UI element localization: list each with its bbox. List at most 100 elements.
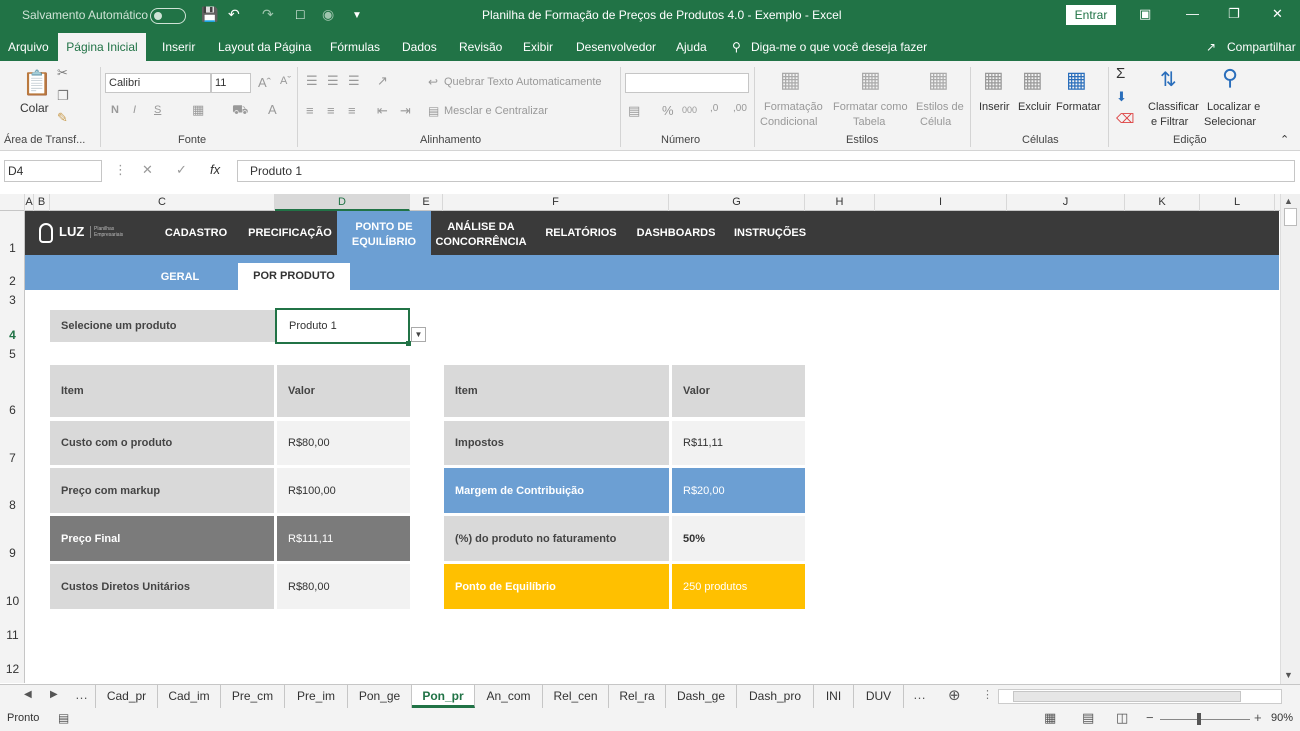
- sheet-tab-rel-cen[interactable]: Rel_cen: [543, 685, 609, 708]
- percent-icon[interactable]: %: [662, 103, 674, 118]
- row-header-9[interactable]: 9: [0, 546, 25, 560]
- increase-decimal-icon[interactable]: ,0: [710, 103, 718, 114]
- tell-me-input[interactable]: Diga-me o que você deseja fazer: [751, 40, 927, 54]
- column-header-k[interactable]: K: [1125, 194, 1200, 211]
- wrap-text-button[interactable]: Quebrar Texto Automaticamente: [444, 76, 602, 88]
- cut-icon[interactable]: ✂: [57, 65, 68, 81]
- sheet-tab-dash-pro[interactable]: Dash_pro: [737, 685, 814, 708]
- tab-layout[interactable]: Layout da Página: [218, 40, 311, 54]
- camera-icon[interactable]: ◉: [322, 6, 334, 23]
- column-header-e[interactable]: E: [410, 194, 443, 211]
- align-middle-icon[interactable]: ☰: [327, 73, 339, 89]
- shrink-font-icon[interactable]: Aˇ: [280, 75, 291, 87]
- clear-icon[interactable]: ⌫: [1116, 111, 1134, 127]
- next-sheet-icon[interactable]: ▶: [50, 689, 58, 700]
- fill-color-icon[interactable]: ⛟: [232, 102, 248, 120]
- redo-icon[interactable]: ↷: [262, 6, 274, 23]
- sheet-tab-an-com[interactable]: An_com: [475, 685, 543, 708]
- customize-qat-icon[interactable]: ▼: [352, 10, 362, 21]
- nav-instrucoes[interactable]: INSTRUÇÕES: [733, 227, 807, 239]
- row-header-11[interactable]: 11: [0, 628, 25, 642]
- close-icon[interactable]: ✕: [1272, 6, 1283, 22]
- row-header-4[interactable]: 4: [0, 328, 25, 342]
- sheet-tab-pon-ge[interactable]: Pon_ge: [348, 685, 412, 708]
- column-header-l[interactable]: L: [1200, 194, 1275, 211]
- ribbon-display-icon[interactable]: ▣: [1139, 6, 1151, 22]
- more-sheets-left-icon[interactable]: …: [75, 687, 88, 702]
- sheet-tab-pon-pr[interactable]: Pon_pr: [412, 685, 475, 708]
- decrease-decimal-icon[interactable]: ,00: [733, 103, 747, 114]
- zoom-out-icon[interactable]: −: [1146, 710, 1154, 725]
- tab-desenvolvedor[interactable]: Desenvolvedor: [576, 40, 656, 54]
- delete-button[interactable]: Excluir: [1018, 101, 1051, 113]
- borders-icon[interactable]: ▦: [192, 102, 204, 118]
- sheet-tab-pre-im[interactable]: Pre_im: [285, 685, 348, 708]
- page-break-view-icon[interactable]: ◫: [1116, 710, 1128, 726]
- align-left-icon[interactable]: ≡: [306, 103, 314, 118]
- insert-button[interactable]: Inserir: [979, 101, 1010, 113]
- prev-sheet-icon[interactable]: ◀: [24, 689, 32, 700]
- scroll-thumb[interactable]: [1284, 208, 1297, 226]
- sheet-tab-cad-im[interactable]: Cad_im: [158, 685, 221, 708]
- format-table-line1[interactable]: Formatar como: [833, 101, 908, 113]
- undo-icon[interactable]: ↶: [228, 6, 240, 23]
- cancel-icon[interactable]: ✕: [142, 162, 153, 178]
- minimize-icon[interactable]: —: [1186, 6, 1199, 21]
- autosave-toggle[interactable]: [150, 8, 186, 24]
- subnav-geral[interactable]: GERAL: [143, 271, 217, 283]
- cell-styles-line2[interactable]: Célula: [920, 116, 951, 128]
- tab-pagina-inicial[interactable]: Página Inicial: [58, 33, 146, 61]
- bold-icon[interactable]: N: [111, 104, 119, 116]
- row-header-7[interactable]: 7: [0, 451, 25, 465]
- column-header-b[interactable]: B: [34, 194, 50, 211]
- tab-inserir[interactable]: Inserir: [162, 40, 195, 54]
- tab-revisao[interactable]: Revisão: [459, 40, 502, 54]
- grow-font-icon[interactable]: Aˆ: [258, 75, 271, 90]
- sign-in-button[interactable]: Entrar: [1066, 5, 1116, 25]
- vertical-scrollbar[interactable]: ▲ ▼: [1280, 194, 1300, 684]
- share-button[interactable]: Compartilhar: [1227, 40, 1296, 54]
- font-name-select[interactable]: Calibri: [105, 73, 211, 93]
- page-layout-view-icon[interactable]: ▤: [1082, 710, 1094, 726]
- select-all[interactable]: [0, 194, 25, 211]
- column-header-i[interactable]: I: [875, 194, 1007, 211]
- tab-arquivo[interactable]: Arquivo: [8, 40, 49, 54]
- cell-styles-line1[interactable]: Estilos de: [916, 101, 964, 113]
- merge-center-button[interactable]: Mesclar e Centralizar: [444, 105, 548, 117]
- zoom-level[interactable]: 90%: [1271, 712, 1293, 724]
- tab-exibir[interactable]: Exibir: [523, 40, 553, 54]
- copy-icon[interactable]: ❐: [57, 88, 69, 104]
- align-top-icon[interactable]: ☰: [306, 73, 318, 89]
- sheet-tab-cad-pr[interactable]: Cad_pr: [95, 685, 158, 708]
- row-header-12[interactable]: 12: [0, 662, 25, 676]
- scroll-up-icon[interactable]: ▲: [1284, 196, 1293, 206]
- sheet-tab-dash-ge[interactable]: Dash_ge: [666, 685, 737, 708]
- insert-function-icon[interactable]: fx: [210, 162, 220, 177]
- horizontal-scroll-thumb[interactable]: [1013, 691, 1241, 702]
- row-header-8[interactable]: 8: [0, 498, 25, 512]
- collapse-ribbon-icon[interactable]: ⌃: [1280, 133, 1289, 146]
- indent-decrease-icon[interactable]: ⇤: [377, 103, 388, 119]
- cond-format-line1[interactable]: Formatação: [764, 101, 823, 113]
- indent-increase-icon[interactable]: ⇥: [400, 103, 411, 119]
- nav-relatorios[interactable]: RELATÓRIOS: [543, 227, 619, 239]
- autosum-icon[interactable]: Σ: [1116, 65, 1125, 82]
- zoom-slider-thumb[interactable]: [1197, 713, 1201, 725]
- sheet-tab-ini[interactable]: INI: [814, 685, 854, 708]
- find-select-line2[interactable]: Selecionar: [1204, 116, 1256, 128]
- more-sheets-right-icon[interactable]: …: [913, 687, 926, 702]
- column-header-h[interactable]: H: [805, 194, 875, 211]
- nav-cadastro[interactable]: CADASTRO: [161, 227, 231, 239]
- column-header-g[interactable]: G: [669, 194, 805, 211]
- formula-input[interactable]: Produto 1: [237, 160, 1295, 182]
- align-bottom-icon[interactable]: ☰: [348, 73, 360, 89]
- nav-ponto-equilibrio[interactable]: PONTO DE EQUILÍBRIO: [337, 211, 431, 255]
- tab-dados[interactable]: Dados: [402, 40, 437, 54]
- zoom-in-icon[interactable]: +: [1254, 710, 1262, 725]
- column-header-a[interactable]: A: [25, 194, 34, 211]
- row-header-5[interactable]: 5: [0, 347, 25, 361]
- normal-view-icon[interactable]: ▦: [1044, 710, 1056, 726]
- zoom-slider[interactable]: [1160, 719, 1250, 720]
- format-button[interactable]: Formatar: [1056, 101, 1101, 113]
- column-header-c[interactable]: C: [50, 194, 275, 211]
